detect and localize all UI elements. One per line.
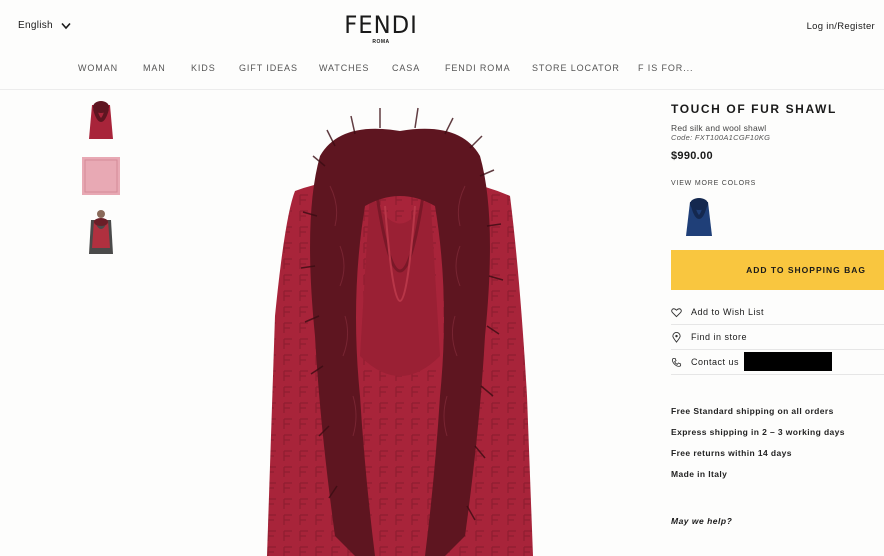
nav-item-gift-ideas[interactable]: GIFT IDEAS <box>239 63 298 73</box>
contact-us-label: Contact us <box>691 357 740 367</box>
chevron-down-icon <box>61 22 71 29</box>
find-in-store-label: Find in store <box>691 332 748 342</box>
nav-item-casa[interactable]: CASA <box>392 63 420 73</box>
product-code: Code: FXT100A1CGF10KG <box>671 133 771 142</box>
product-thumbnail-2[interactable] <box>80 154 122 198</box>
brand-name: FENDI <box>344 11 418 39</box>
phone-icon <box>671 357 682 367</box>
product-name: TOUCH OF FUR SHAWL <box>671 102 837 116</box>
nav-item-watches[interactable]: WATCHES <box>319 63 369 73</box>
nav-item-fendi-roma[interactable]: FENDI ROMA <box>445 63 511 73</box>
header-divider <box>0 89 884 90</box>
add-to-wishlist-link[interactable]: Add to Wish List <box>671 300 884 325</box>
brand-sub: ROMA <box>372 39 390 45</box>
shipping-info-express: Express shipping in 2 – 3 working days <box>671 427 845 437</box>
find-in-store-link[interactable]: Find in store <box>671 325 884 350</box>
nav-item-woman[interactable]: WOMAN <box>78 63 118 73</box>
redacted-block <box>744 352 832 371</box>
may-we-help-link[interactable]: May we help? <box>671 516 732 526</box>
product-price: $990.00 <box>671 150 713 162</box>
shipping-info-origin: Made in Italy <box>671 469 728 479</box>
fendi-logo[interactable]: FENDI ROMA <box>342 12 420 45</box>
shipping-info-standard: Free Standard shipping on all orders <box>671 406 834 416</box>
shipping-info-returns: Free returns within 14 days <box>671 448 792 458</box>
product-thumbnail-1[interactable] <box>86 97 116 143</box>
wishlist-label: Add to Wish List <box>691 307 765 317</box>
product-thumbnail-3[interactable] <box>86 208 116 256</box>
main-navigation: WOMAN MAN KIDS GIFT IDEAS WATCHES CASA F… <box>0 63 884 77</box>
language-selector[interactable]: English <box>18 20 71 31</box>
nav-item-kids[interactable]: KIDS <box>191 63 216 73</box>
view-more-colors-label: VIEW MORE COLORS <box>671 180 757 187</box>
color-swatch-blue[interactable] <box>684 196 714 238</box>
location-pin-icon <box>672 331 681 343</box>
login-register-link[interactable]: Log in/Register <box>807 21 875 32</box>
product-description: Red silk and wool shawl <box>671 123 767 133</box>
nav-item-man[interactable]: MAN <box>143 63 166 73</box>
heart-icon <box>671 307 682 317</box>
nav-item-f-is-for[interactable]: F IS FOR... <box>638 63 693 73</box>
language-label: English <box>18 20 53 31</box>
product-main-image <box>267 107 533 556</box>
add-to-shopping-bag-button[interactable]: ADD TO SHOPPING BAG <box>671 250 884 290</box>
nav-item-store-locator[interactable]: STORE LOCATOR <box>532 63 620 73</box>
